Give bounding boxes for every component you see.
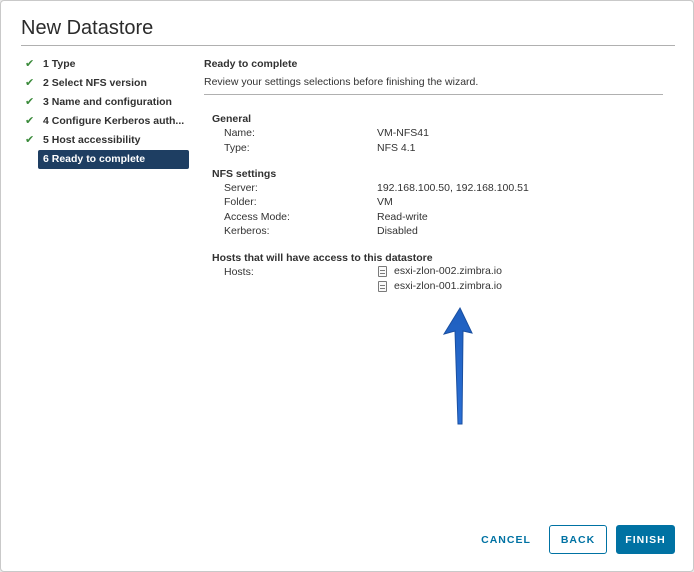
cancel-button[interactable]: CANCEL — [473, 525, 539, 554]
step-label: 2 Select NFS version — [43, 77, 147, 89]
access-mode-value: Read-write — [377, 211, 428, 223]
general-section-title: General — [212, 113, 252, 125]
finish-button[interactable]: FINISH — [616, 525, 675, 554]
check-icon: ✔ — [25, 134, 35, 146]
check-icon: ✔ — [25, 77, 35, 89]
host-name: esxi-zlon-002.zimbra.io — [394, 265, 502, 277]
check-icon: ✔ — [25, 96, 35, 108]
host-item: esxi-zlon-002.zimbra.io — [378, 265, 502, 277]
step-type[interactable]: ✔ 1 Type — [25, 55, 190, 74]
step-label: 4 Configure Kerberos auth... — [43, 115, 185, 127]
content-divider — [204, 94, 663, 95]
dialog-title: New Datastore — [21, 17, 154, 39]
access-mode-label: Access Mode: — [224, 211, 290, 223]
step-name-and-configuration[interactable]: ✔ 3 Name and configuration — [25, 93, 190, 112]
kerberos-value: Disabled — [377, 225, 418, 237]
annotation-arrow-icon — [442, 306, 473, 425]
step-ready-to-complete[interactable]: 6 Ready to complete — [38, 150, 189, 169]
name-value: VM-NFS41 — [377, 127, 429, 139]
type-label: Type: — [224, 142, 250, 154]
host-name: esxi-zlon-001.zimbra.io — [394, 280, 502, 292]
summary-header: Ready to complete Review your settings s… — [204, 55, 664, 95]
type-value: NFS 4.1 — [377, 142, 416, 154]
new-datastore-dialog: New Datastore ✔ 1 Type ✔ 2 Select NFS ve… — [0, 0, 694, 572]
step-host-accessibility[interactable]: ✔ 5 Host accessibility — [25, 131, 190, 150]
hosts-label: Hosts: — [224, 266, 254, 278]
host-server-icon — [378, 280, 387, 292]
step-label: 3 Name and configuration — [43, 96, 172, 108]
check-icon: ✔ — [25, 58, 35, 70]
step-label: 5 Host accessibility — [43, 134, 141, 146]
folder-value: VM — [377, 196, 393, 208]
step-configure-kerberos[interactable]: ✔ 4 Configure Kerberos auth... — [25, 112, 190, 131]
host-item: esxi-zlon-001.zimbra.io — [378, 280, 502, 292]
title-divider — [21, 45, 675, 46]
folder-label: Folder: — [224, 196, 257, 208]
page-heading: Ready to complete — [204, 58, 298, 70]
host-server-icon — [378, 265, 387, 277]
back-button[interactable]: BACK — [549, 525, 607, 554]
kerberos-label: Kerberos: — [224, 225, 270, 237]
server-label: Server: — [224, 182, 258, 194]
step-select-nfs-version[interactable]: ✔ 2 Select NFS version — [25, 74, 190, 93]
step-label: 1 Type — [43, 58, 76, 70]
page-subtext: Review your settings selections before f… — [204, 76, 479, 88]
name-label: Name: — [224, 127, 255, 139]
hosts-section-title: Hosts that will have access to this data… — [212, 252, 433, 264]
check-icon: ✔ — [25, 115, 35, 127]
step-label: 6 Ready to complete — [43, 153, 146, 165]
server-value: 192.168.100.50, 192.168.100.51 — [377, 182, 529, 194]
wizard-steps: ✔ 1 Type ✔ 2 Select NFS version ✔ 3 Name… — [25, 55, 190, 169]
nfs-section-title: NFS settings — [212, 168, 277, 180]
